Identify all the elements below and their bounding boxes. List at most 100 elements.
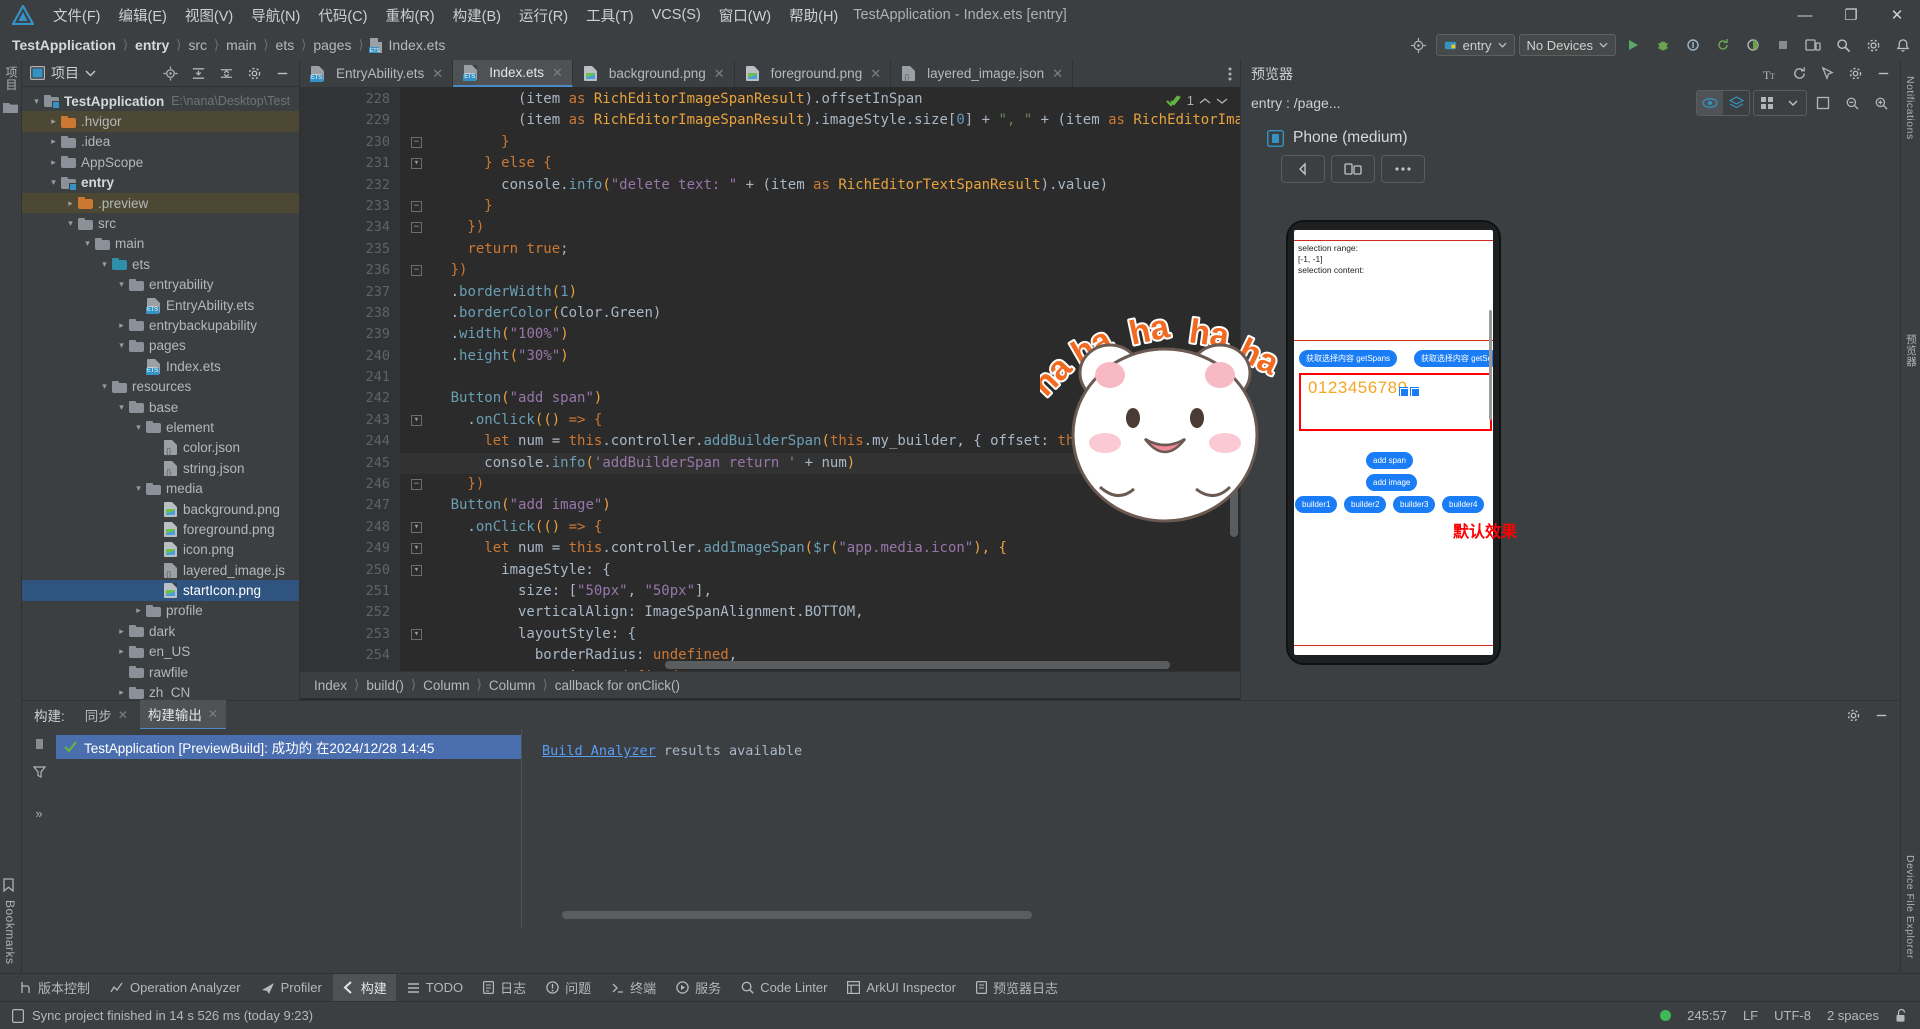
expand-icon[interactable]: » <box>35 806 42 821</box>
left-strip-bookmarks-label[interactable]: Bookmarks <box>3 896 17 969</box>
tree-node-resources[interactable]: ▾ resources <box>22 376 299 396</box>
tree-expand-arrow[interactable]: ▾ <box>115 402 128 413</box>
editor-tab-layered-image-json[interactable]: layered_image.json ✕ <box>891 60 1074 87</box>
minimize-button[interactable]: — <box>1782 0 1828 30</box>
editor-tab-background-png[interactable]: background.png ✕ <box>573 60 735 87</box>
target-icon[interactable] <box>1406 33 1432 57</box>
rich-editor-text[interactable]: 0123456789 <box>1308 378 1408 398</box>
editor-vertical-scrollbar[interactable] <box>1230 387 1238 537</box>
close-icon[interactable]: ✕ <box>118 708 128 722</box>
editor-breadcrumb-item[interactable]: build() <box>366 678 404 693</box>
tree-expand-arrow[interactable]: ▸ <box>115 320 128 331</box>
refresh-icon[interactable] <box>1786 62 1812 86</box>
grid-icon[interactable] <box>1754 91 1780 115</box>
tree-expand-arrow[interactable]: ▸ <box>132 605 145 616</box>
code-line[interactable]: (item as RichEditorImageSpanResult).imag… <box>400 110 1240 131</box>
editor-tab-entryability-ets[interactable]: EntryAbility.ets ✕ <box>300 60 454 87</box>
close-icon[interactable]: ✕ <box>714 66 725 82</box>
close-icon[interactable]: ✕ <box>552 65 563 81</box>
menu-item-navigate[interactable]: 导航(N) <box>242 2 309 29</box>
caret-position[interactable]: 245:57 <box>1687 1008 1727 1023</box>
tree-expand-arrow[interactable]: ▸ <box>47 157 60 168</box>
indent-setting[interactable]: 2 spaces <box>1827 1008 1879 1023</box>
previewer-path[interactable]: entry : /page... <box>1251 95 1341 111</box>
code-line[interactable] <box>400 367 1240 388</box>
code-line[interactable]: verticalAlign: ImageSpanAlignment.BOTTOM… <box>400 602 1240 623</box>
coverage-icon[interactable] <box>1740 33 1766 57</box>
tree-node-entrybackupability[interactable]: ▸ entrybackupability <box>22 315 299 335</box>
menu-item-refactor[interactable]: 重构(R) <box>376 2 443 29</box>
tool-window--[interactable]: 日志 <box>474 974 535 1001</box>
close-icon[interactable]: ✕ <box>208 707 218 721</box>
multi-device-icon[interactable] <box>1331 155 1375 183</box>
tree-node-layered-image-js[interactable]: layered_image.js <box>22 560 299 580</box>
bookmark-icon[interactable] <box>3 878 21 893</box>
code-line[interactable]: Button("add span") <box>400 388 1240 409</box>
tree-node-pages[interactable]: ▾ pages <box>22 336 299 356</box>
breadcrumb-src[interactable]: src <box>186 37 209 53</box>
code-line[interactable]: }) <box>400 474 1240 495</box>
editor-breadcrumb-item[interactable]: callback for onClick() <box>555 678 680 693</box>
search-icon[interactable] <box>1830 33 1856 57</box>
editor-tab-foreground-png[interactable]: foreground.png ✕ <box>735 60 892 87</box>
tree-node-entry[interactable]: ▾ entry <box>22 173 299 193</box>
rerun-icon[interactable] <box>33 737 46 751</box>
tree-node-src[interactable]: ▾ src <box>22 213 299 233</box>
tool-window-profiler[interactable]: Profiler <box>252 976 331 999</box>
tree-node-base[interactable]: ▾ base <box>22 397 299 417</box>
close-icon[interactable]: ✕ <box>432 66 443 82</box>
menu-item-help[interactable]: 帮助(H) <box>780 2 847 29</box>
get-spans-button[interactable]: 获取选择内容 getSpans <box>1299 350 1398 367</box>
tool-window-code-linter[interactable]: Code Linter <box>732 976 836 999</box>
tool-window--[interactable]: 终端 <box>602 974 665 1001</box>
code-line[interactable]: let num = this.controller.addBuilderSpan… <box>400 431 1240 452</box>
tree-node--preview[interactable]: ▸ .preview <box>22 192 299 214</box>
attach-icon[interactable] <box>1680 33 1706 57</box>
breadcrumb-testapplication[interactable]: TestApplication <box>10 37 118 53</box>
hide-icon[interactable] <box>1868 703 1894 727</box>
tree-node-ets[interactable]: ▾ ets <box>22 254 299 274</box>
device-manager-icon[interactable] <box>1800 33 1826 57</box>
tree-expand-arrow[interactable]: ▸ <box>64 198 77 209</box>
tree-node-dark[interactable]: ▸ dark <box>22 621 299 641</box>
menu-item-file[interactable]: 文件(F) <box>44 2 110 29</box>
tool-window--[interactable]: 预览器日志 <box>967 974 1067 1001</box>
code-line[interactable]: Button("add image") <box>400 495 1240 516</box>
run-config-selector[interactable]: entry <box>1435 34 1515 56</box>
tree-expand-arrow[interactable]: ▾ <box>98 381 111 392</box>
editor-tab-index-ets[interactable]: Index.ets ✕ <box>453 60 573 87</box>
tree-expand-arrow[interactable]: ▸ <box>115 646 128 657</box>
chevron-down-icon[interactable] <box>85 69 96 77</box>
tool-window--[interactable]: 问题 <box>537 974 600 1001</box>
breadcrumb-entry[interactable]: entry <box>133 37 171 53</box>
tree-expand-arrow[interactable]: ▾ <box>98 259 111 270</box>
tree-node-en-us[interactable]: ▸ en_US <box>22 642 299 662</box>
tool-window--[interactable]: 版本控制 <box>10 974 99 1001</box>
file-encoding[interactable]: UTF-8 <box>1774 1008 1811 1023</box>
device-selector[interactable]: No Devices <box>1518 34 1616 56</box>
code-line[interactable]: .onClick(() => { <box>400 410 1240 431</box>
tree-expand-arrow[interactable]: ▸ <box>115 687 128 698</box>
tool-window-bar[interactable]: 版本控制 Operation Analyzer Profiler 构建 TODO 日志 问题… <box>0 973 1920 1001</box>
code-line[interactable]: }) <box>400 260 1240 281</box>
unlocked-icon[interactable] <box>1895 1008 1908 1023</box>
stop-icon[interactable] <box>1770 33 1796 57</box>
editor-tabs-more-icon[interactable] <box>1220 60 1240 87</box>
tool-window-todo[interactable]: TODO <box>398 976 472 999</box>
right-strip-previewer[interactable]: 预览器 <box>1904 330 1919 371</box>
more-icon[interactable] <box>1381 155 1425 183</box>
settings-icon[interactable] <box>1860 33 1886 57</box>
code-line[interactable]: let num = this.controller.addImageSpan($… <box>400 538 1240 559</box>
hide-icon[interactable] <box>1870 62 1896 86</box>
code-line[interactable]: .borderColor(Color.Green) <box>400 303 1240 324</box>
breadcrumb-main[interactable]: main <box>224 37 258 53</box>
font-size-icon[interactable]: TT <box>1758 62 1784 86</box>
layout-mode-segment[interactable] <box>1753 90 1807 116</box>
debug-icon[interactable] <box>1650 33 1676 57</box>
code-line[interactable]: .width("100%") <box>400 324 1240 345</box>
tree-expand-arrow[interactable]: ▾ <box>115 340 128 351</box>
tree-node-index-ets[interactable]: Index.ets <box>22 356 299 376</box>
tree-expand-arrow[interactable]: ▾ <box>30 96 43 107</box>
run-icon[interactable] <box>1620 33 1646 57</box>
code-canvas[interactable]: 228 229 230−231 ▾ 232 233−234− 235 236− 237 238 23… <box>300 87 1240 671</box>
